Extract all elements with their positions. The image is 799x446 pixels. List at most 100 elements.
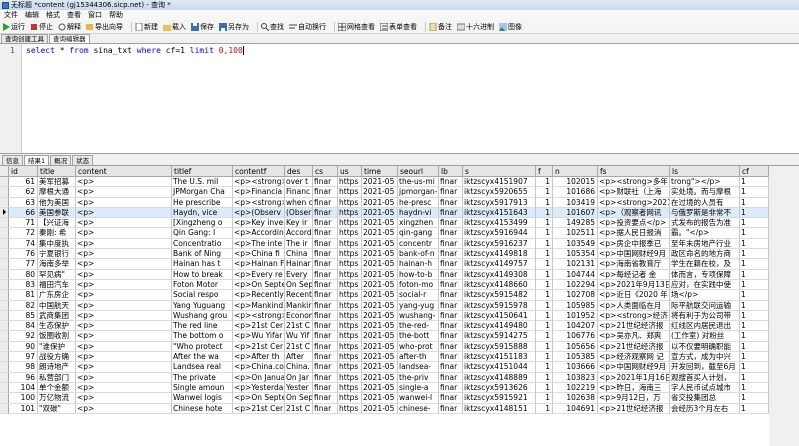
cell-title[interactable]: 福田汽车 bbox=[38, 279, 76, 291]
cell-seourl[interactable]: the-priv bbox=[398, 372, 439, 383]
cell-n[interactable]: 105656 bbox=[553, 341, 598, 353]
table-row[interactable]: 61 美军招募 <p> The U.S. mil <p><strong> over t fi… bbox=[0, 177, 769, 188]
cell-time[interactable]: 2021-05 bbox=[362, 197, 398, 208]
cell-cs[interactable]: finar bbox=[313, 259, 338, 270]
cell-cf[interactable]: 1 bbox=[740, 218, 769, 229]
cell-cs[interactable]: finar bbox=[313, 187, 338, 198]
cell-fs[interactable]: <p>昨日，海南三 bbox=[598, 382, 670, 394]
table-row[interactable]: 98 朗诗地产 <p> Landsea real <p>China.co China. fi… bbox=[0, 362, 769, 373]
cell-f[interactable]: 1 bbox=[536, 331, 553, 342]
cell-des[interactable]: over t bbox=[285, 177, 313, 188]
cell-us[interactable]: https bbox=[338, 310, 362, 322]
grid-view-button[interactable]: 网格查看 bbox=[338, 22, 375, 32]
cell-n[interactable]: 104744 bbox=[553, 269, 598, 280]
cell-cf[interactable]: 1 bbox=[740, 382, 769, 394]
cell-titlef[interactable]: Wushang grou bbox=[172, 310, 233, 322]
form-view-button[interactable]: 表单查看 bbox=[380, 22, 417, 32]
cell-seourl[interactable]: after-th bbox=[398, 352, 439, 363]
cell-contentf[interactable]: <p>China.co bbox=[233, 362, 285, 373]
cell-cs[interactable]: finar bbox=[313, 352, 338, 363]
row-selector[interactable] bbox=[0, 403, 9, 414]
cell-s[interactable]: iktzscyx5915482 bbox=[463, 290, 536, 301]
cell-s[interactable]: iktzscyx4149818 bbox=[463, 249, 536, 260]
cell-id[interactable]: 104 bbox=[9, 382, 38, 394]
cell-contentf[interactable]: <p>21st Cer bbox=[233, 403, 285, 414]
cell-content[interactable]: <p> bbox=[76, 372, 172, 383]
row-selector[interactable] bbox=[0, 331, 9, 342]
cell-us[interactable]: https bbox=[338, 259, 362, 270]
cell-f[interactable]: 1 bbox=[536, 321, 553, 332]
cell-lb[interactable]: finar bbox=[439, 238, 463, 250]
cell-des[interactable]: After bbox=[285, 352, 313, 363]
cell-lb[interactable]: finar bbox=[439, 249, 463, 260]
cell-cs[interactable]: finar bbox=[313, 269, 338, 280]
cell-cs[interactable]: finar bbox=[313, 249, 338, 260]
cell-content[interactable]: <p> bbox=[76, 228, 172, 239]
cell-lb[interactable]: finar bbox=[439, 218, 463, 229]
cell-title[interactable]: 广东房企 bbox=[38, 290, 76, 301]
cell-cs[interactable]: finar bbox=[313, 279, 338, 291]
column-header-cf[interactable]: cf bbox=[740, 166, 769, 177]
cell-s[interactable]: iktzscyx4149757 bbox=[463, 259, 536, 270]
cell-titlef[interactable]: Social respo bbox=[172, 290, 233, 301]
cell-cf[interactable]: 1 bbox=[740, 197, 769, 208]
cell-title[interactable]: 单个金额 bbox=[38, 382, 76, 394]
table-row[interactable]: 96 私营部门 <p> The private <p>On Janua On Jar fin… bbox=[0, 372, 769, 383]
cell-seourl[interactable]: concentr bbox=[398, 238, 439, 250]
cell-seourl[interactable]: hainan-h bbox=[398, 259, 439, 270]
cell-cf[interactable]: 1 bbox=[740, 341, 769, 353]
cell-lb[interactable]: finar bbox=[439, 207, 463, 219]
cell-fs[interactable]: <p>21世纪经济报 bbox=[598, 403, 670, 414]
cell-id[interactable]: 62 bbox=[9, 187, 38, 198]
cell-s[interactable]: iktzscyx5916237 bbox=[463, 238, 536, 250]
cell-us[interactable]: https bbox=[338, 403, 362, 414]
cell-n[interactable]: 102511 bbox=[553, 228, 598, 239]
row-selector[interactable] bbox=[0, 290, 9, 301]
cell-f[interactable]: 1 bbox=[536, 177, 553, 188]
cell-cf[interactable]: 1 bbox=[740, 310, 769, 322]
cell-s[interactable]: iktzscyx5913626 bbox=[463, 382, 536, 394]
cell-cs[interactable]: finar bbox=[313, 238, 338, 250]
row-selector[interactable] bbox=[0, 393, 9, 404]
cell-s[interactable]: iktzscyx4151907 bbox=[463, 177, 536, 188]
cell-n[interactable]: 103666 bbox=[553, 362, 598, 373]
column-header-lb[interactable]: lb bbox=[439, 166, 463, 177]
cell-lb[interactable]: finar bbox=[439, 362, 463, 373]
cell-titlef[interactable]: Haydn, vice bbox=[172, 207, 233, 219]
cell-n[interactable]: 149285 bbox=[553, 218, 598, 229]
cell-des[interactable]: when c bbox=[285, 197, 313, 208]
cell-seourl[interactable]: yang-yug bbox=[398, 300, 439, 311]
cell-us[interactable]: https bbox=[338, 352, 362, 363]
cell-cf[interactable]: 1 bbox=[740, 269, 769, 280]
cell-title[interactable]: 摩根大通 bbox=[38, 187, 76, 198]
cell-titlef[interactable]: Yang Yuguang bbox=[172, 300, 233, 311]
cell-n[interactable]: 105385 bbox=[553, 352, 598, 363]
cell-fs[interactable]: <p>21世纪经济报 bbox=[598, 341, 670, 353]
table-row[interactable]: 83 福田汽车 <p> Foton Motor <p>On Septe On Sep fin… bbox=[0, 279, 769, 291]
cell-content[interactable]: <p> bbox=[76, 218, 172, 229]
cell-id[interactable]: 72 bbox=[9, 228, 38, 239]
cell-lb[interactable]: finar bbox=[439, 352, 463, 363]
cell-id[interactable]: 101 bbox=[9, 403, 38, 414]
cell-des[interactable]: The ir bbox=[285, 238, 313, 250]
tab-query-builder[interactable]: 查询创建工具 bbox=[1, 34, 48, 43]
cell-des[interactable]: Wu Yif bbox=[285, 331, 313, 342]
cell-contentf[interactable]: <p><strong> bbox=[233, 197, 285, 208]
cell-s[interactable]: iktzscyx5917913 bbox=[463, 197, 536, 208]
cell-time[interactable]: 2021-05 bbox=[362, 218, 398, 229]
cell-us[interactable]: https bbox=[338, 218, 362, 229]
grid-corner[interactable] bbox=[0, 166, 9, 177]
cell-contentf[interactable]: <p>On Septe bbox=[233, 279, 285, 291]
cell-ls[interactable]: 政区命名的地方商 bbox=[670, 249, 740, 260]
cell-s[interactable]: iktzscyx4148660 bbox=[463, 279, 536, 291]
cell-time[interactable]: 2021-05 bbox=[362, 352, 398, 363]
cell-content[interactable]: <p> bbox=[76, 197, 172, 208]
cell-cf[interactable]: 1 bbox=[740, 300, 769, 311]
cell-n[interactable]: 102015 bbox=[553, 177, 598, 188]
cell-cs[interactable]: finar bbox=[313, 403, 338, 414]
cell-content[interactable]: <p> bbox=[76, 393, 172, 404]
cell-content[interactable]: <p> bbox=[76, 249, 172, 260]
cell-seourl[interactable]: the-us-mi bbox=[398, 177, 439, 188]
cell-ls[interactable]: (工作室) 对粉丝 bbox=[670, 331, 740, 342]
cell-id[interactable]: 84 bbox=[9, 321, 38, 332]
